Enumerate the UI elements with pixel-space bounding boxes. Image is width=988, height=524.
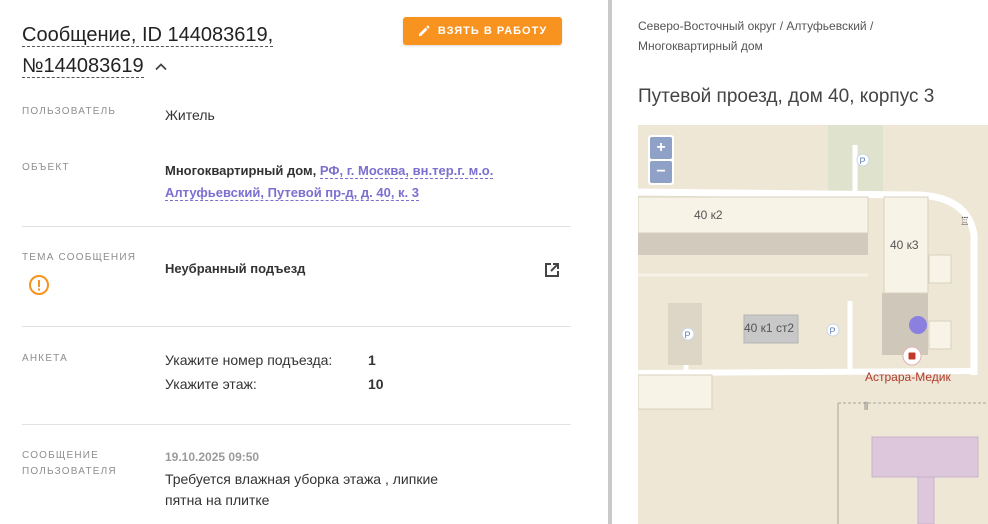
title-line2: №144083619 — [22, 55, 144, 78]
survey-answer: 10 — [368, 376, 384, 392]
map-building — [928, 254, 952, 284]
pencil-icon — [418, 25, 430, 36]
breadcrumb-line1: Северо-Восточный округ / Алтуфьевский / — [638, 19, 874, 33]
map-label-building: 40 к2 — [694, 208, 723, 222]
take-to-work-label: ВЗЯТЬ В РАБОТУ — [437, 25, 548, 37]
zoom-out-button[interactable]: − — [650, 161, 672, 183]
alert-icon — [29, 275, 49, 295]
parking-label: P — [830, 326, 836, 336]
chevron-up-icon[interactable] — [153, 59, 169, 75]
map-building — [871, 436, 979, 478]
map-zoom-control: + − — [648, 135, 674, 185]
message-text-line1: Требуется влажная уборка этажа , липкие — [165, 471, 439, 487]
object-address-link-line2[interactable]: Алтуфьевский, Путевой пр-д, д. 40, к. 3 — [165, 185, 420, 201]
user-message-label: СООБЩЕНИЕ ПОЛЬЗОВАТЕЛЯ — [22, 448, 142, 480]
breadcrumb-line2: Многоквартирный дом — [638, 39, 763, 53]
shop-icon: ♖ — [960, 215, 970, 228]
topic-text: Неубранный подъезд — [165, 261, 306, 276]
user-value: Житель — [165, 107, 215, 123]
map[interactable]: 40 к2 40 к3 40 к1 ст2 P P P Астрара-Меди… — [638, 125, 988, 524]
topic-value: Неубранный подъезд — [165, 258, 305, 280]
map-building — [638, 196, 869, 234]
object-label: ОБЪЕКТ — [22, 162, 70, 173]
message-text: Требуется влажная уборка этажа , липкие … — [165, 469, 465, 511]
user-label: ПОЛЬЗОВАТЕЛЬ — [22, 106, 117, 117]
take-to-work-button[interactable]: ВЗЯТЬ В РАБОТУ — [403, 17, 562, 45]
map-label-building: 40 к1 ст2 — [744, 321, 794, 335]
map-building — [638, 374, 713, 410]
map-building — [917, 476, 935, 524]
map-building-shadow — [638, 233, 868, 255]
map-label-poi: Астрара-Медик — [865, 370, 951, 384]
divider — [22, 326, 571, 327]
survey-question: Укажите номер подъезда: — [165, 352, 333, 368]
map-canvas: 40 к2 40 к3 40 к1 ст2 P P P Астрара-Меди… — [638, 125, 988, 524]
parking-label: P — [685, 330, 691, 340]
gate-icon: ⫼ — [864, 401, 868, 412]
title-line1: Сообщение, ID 144083619, — [22, 24, 274, 47]
divider — [22, 226, 571, 227]
map-building — [928, 320, 952, 350]
map-label-building: 40 к3 — [890, 238, 919, 252]
survey-answer: 1 — [368, 352, 376, 368]
zoom-in-button[interactable]: + — [650, 137, 672, 159]
object-value: Многоквартирный дом, РФ, г. Москва, вн.т… — [165, 160, 494, 204]
message-panel: Сообщение, ID 144083619, №144083619 ВЗЯТ… — [0, 0, 608, 524]
location-marker[interactable] — [909, 316, 927, 334]
user-message-label-line1: СООБЩЕНИЕ — [22, 450, 100, 461]
object-address-link-line1[interactable]: РФ, г. Москва, вн.тер.г. м.о. — [319, 163, 494, 179]
topic-label: ТЕМА СООБЩЕНИЯ — [22, 252, 137, 263]
address-title: Путевой проезд, дом 40, корпус 3 — [638, 86, 935, 107]
location-panel: Северо-Восточный округ / Алтуфьевский / … — [612, 0, 988, 524]
survey-question: Укажите этаж: — [165, 376, 257, 392]
message-text-line2: пятна на плитке — [165, 492, 270, 508]
parking-label: P — [860, 156, 866, 166]
message-date: 19.10.2025 09:50 — [165, 450, 260, 464]
open-external-icon[interactable] — [541, 259, 563, 281]
user-message-label-line2: ПОЛЬЗОВАТЕЛЯ — [22, 466, 117, 477]
object-type: Многоквартирный дом, — [165, 163, 317, 178]
medical-cross-icon — [908, 352, 916, 360]
survey-label: АНКЕТА — [22, 353, 69, 364]
divider — [22, 424, 571, 425]
page-title: Сообщение, ID 144083619, №144083619 — [22, 20, 392, 82]
breadcrumb: Северо-Восточный округ / Алтуфьевский / … — [638, 16, 978, 56]
